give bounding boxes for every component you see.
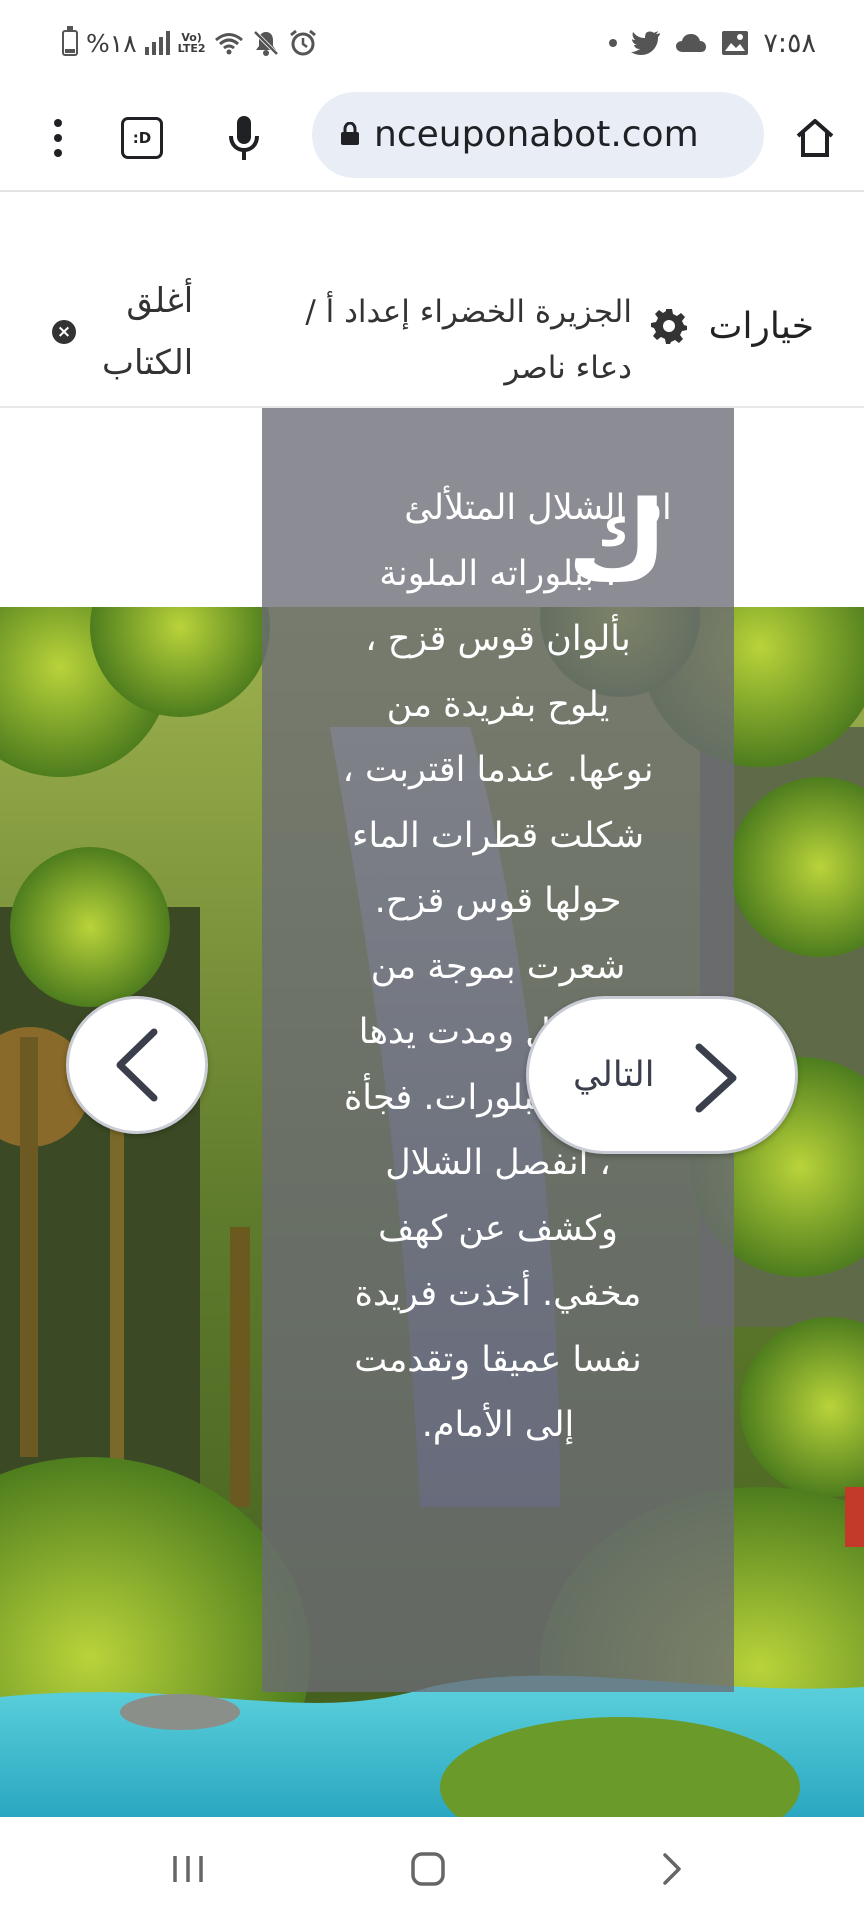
next-page-button[interactable]: التالي [526,996,798,1154]
home-icon[interactable] [790,108,840,168]
story-line: يلوح بفريدة من [386,684,610,725]
next-label: التالي [573,1055,655,1095]
battery-icon [62,26,78,56]
home-nav-icon[interactable] [408,1848,448,1890]
book-title-line1: الجزيرة الخضراء إعداد أ / [305,294,632,330]
book-title-line2: دعاء ناصر [504,350,632,386]
notification-dot-icon [609,39,618,47]
story-line: شعرت بموجة من [370,946,626,987]
story-line: نفسا عميقا وتقدمت [354,1339,642,1380]
story-line: نوعها. عندما اقتربت ، [342,750,654,790]
battery-percent: %١٨ [86,28,137,58]
signal-icon [144,31,170,55]
more-options-icon[interactable] [36,108,80,168]
address-bar[interactable]: nceuponabot.com [312,92,764,178]
system-navigation-bar [0,1818,864,1920]
story-line: ان الشلال المتلألئ [404,488,672,528]
status-right-group: ٧:٥٨ [609,22,816,64]
close-book-label: أغلق الكتاب [102,281,194,383]
tab-switcher-button[interactable]: :D [118,110,166,166]
clock-time: ٧:٥٨ [763,27,816,59]
story-text: ان الشلال المتلألئ ، ببلوراته الملونة بأ… [262,476,734,1459]
options-button[interactable]: خيارات [650,296,814,356]
story-line: ، ببلوراته الملونة [379,553,617,594]
back-nav-icon[interactable] [654,1848,690,1890]
wifi-icon [214,33,243,55]
mute-icon [253,30,278,56]
lock-icon [341,122,359,145]
network-type: Vo) LTE2 [177,31,206,55]
gear-icon [650,309,687,344]
twitter-icon [631,31,661,55]
gallery-icon [722,31,749,55]
browser-toolbar: :D nceuponabot.com [0,86,864,192]
status-left-group: %١٨ Vo) LTE2 [62,22,318,64]
story-line: حولها قوس قزح. [374,881,622,921]
recent-apps-icon[interactable] [168,1848,208,1890]
cloud-icon [676,34,707,52]
book-title: الجزيرة الخضراء إعداد أ / دعاء ناصر [242,284,632,396]
microphone-icon[interactable] [222,108,266,168]
story-line: بألوان قوس قزح ، [365,619,631,659]
chevron-right-icon [695,1043,737,1113]
chevron-left-icon [116,1028,158,1102]
close-book-button[interactable]: × أغلق الكتاب [52,272,193,392]
status-bar: %١٨ Vo) LTE2 ٧:٥٨ [0,0,864,86]
story-line: شكلت قطرات الماء [351,815,645,856]
story-line: وكشف عن كهف [378,1208,618,1249]
story-line: إلى الأمام. [421,1405,575,1445]
url-text: nceuponabot.com [374,114,699,155]
alarm-icon [289,29,316,56]
close-icon: × [52,320,76,344]
options-label: خيارات [708,305,814,347]
previous-page-button[interactable] [66,996,208,1134]
tab-count: :D [121,117,163,159]
reader-header: خيارات الجزيرة الخضراء إعداد أ / دعاء نا… [0,192,864,408]
story-line: مخفي. أخذت فريدة [354,1274,642,1314]
